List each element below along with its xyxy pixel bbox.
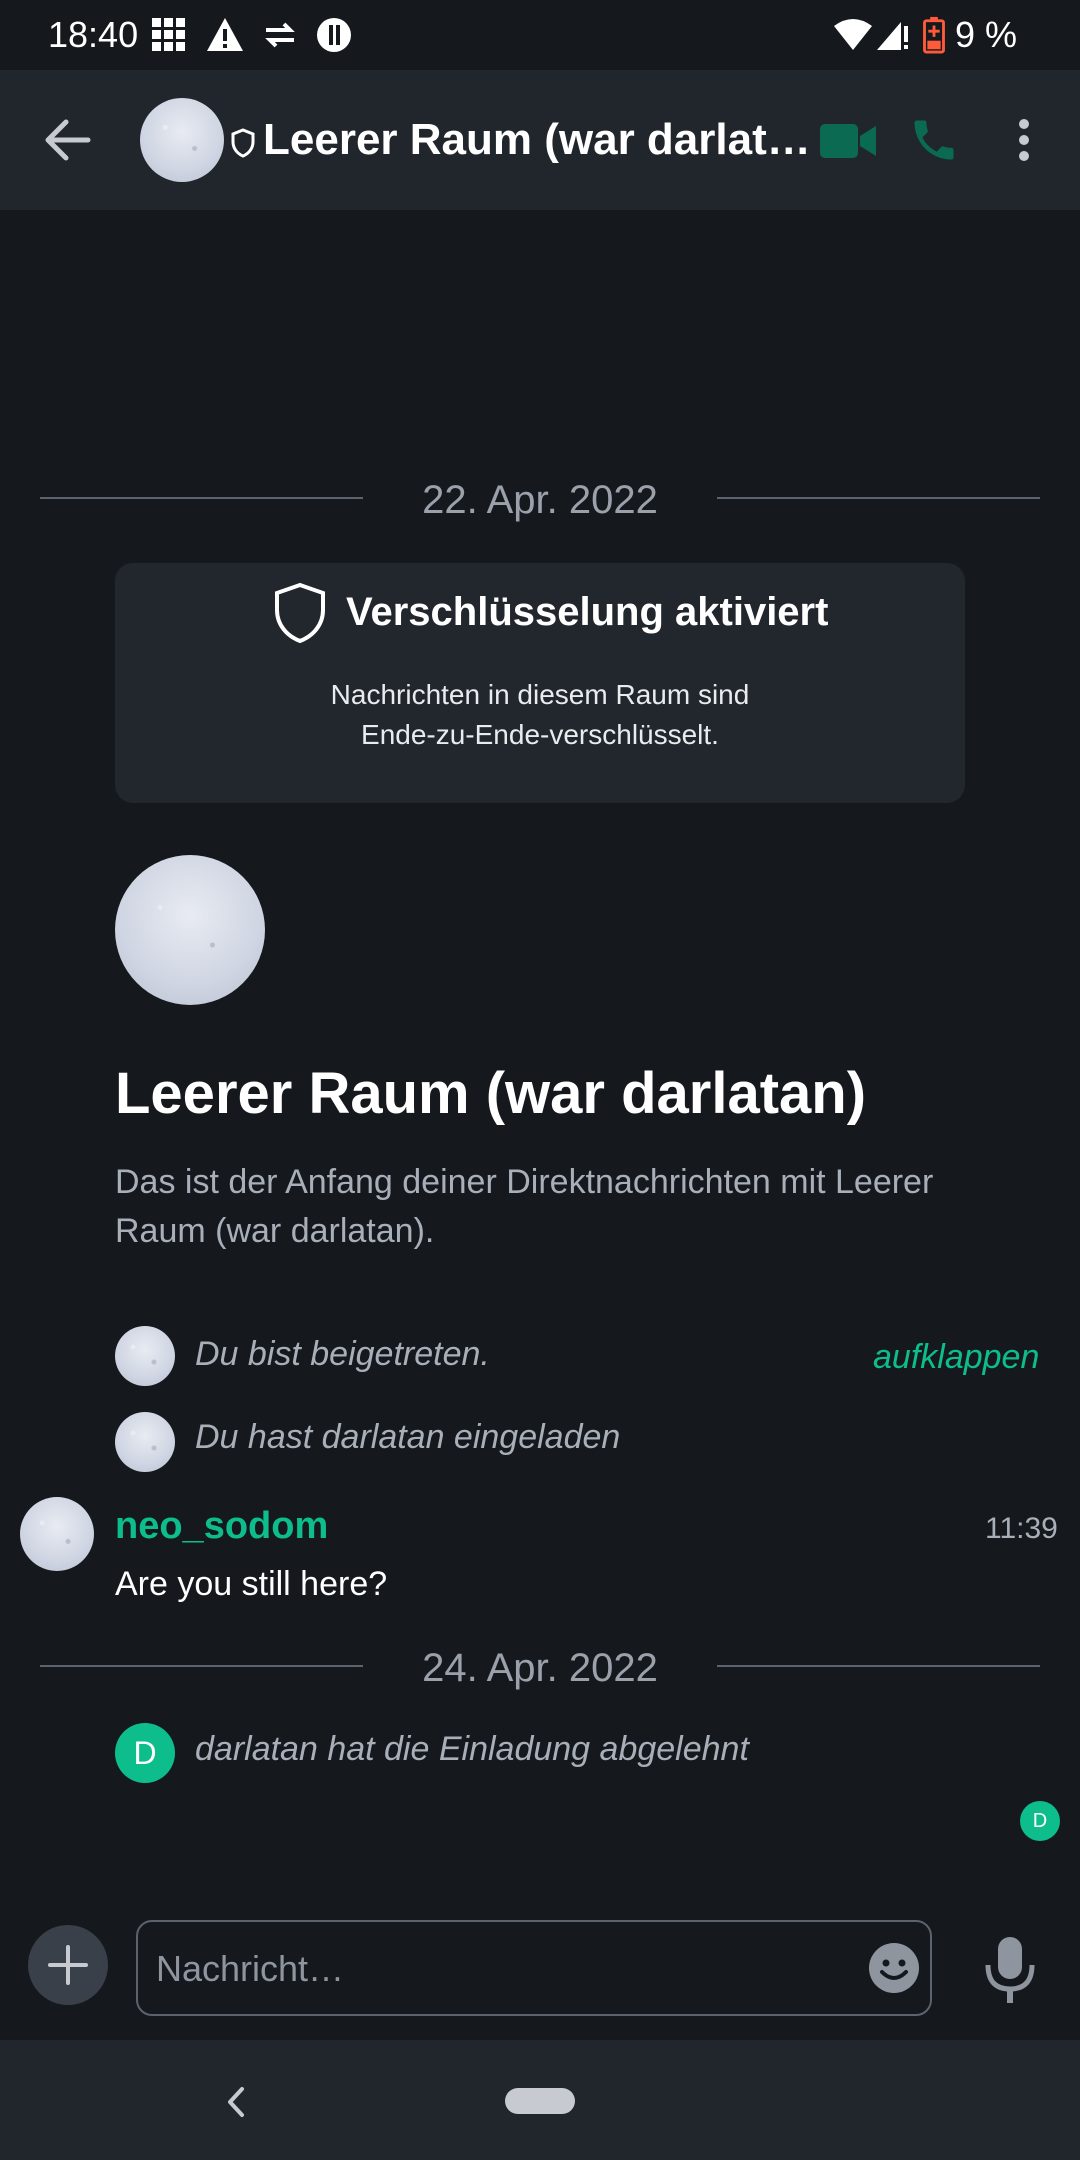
room-avatar[interactable]	[140, 98, 224, 182]
date-divider-left	[40, 497, 363, 499]
wifi-icon	[834, 19, 872, 50]
message-input-placeholder[interactable]: Nachricht…	[156, 1948, 344, 1990]
warning-icon	[207, 18, 243, 51]
encryption-line-2: Ende-zu-Ende-verschlüsselt.	[361, 719, 719, 750]
grid-icon	[152, 18, 185, 51]
event-declined: darlatan hat die Einladung abgelehnt	[195, 1730, 749, 1768]
back-arrow-icon[interactable]	[44, 118, 92, 162]
phone-call-icon[interactable]	[908, 114, 960, 166]
letter-avatar[interactable]: D	[115, 1723, 175, 1783]
read-receipt-avatar[interactable]: D	[1020, 1801, 1060, 1841]
event-avatar[interactable]	[115, 1412, 175, 1472]
room-heading: Leerer Raum (war darlatan)	[115, 1061, 867, 1126]
add-attachment-button[interactable]	[28, 1925, 108, 2005]
room-avatar-large[interactable]	[115, 855, 265, 1005]
home-pill[interactable]	[505, 2088, 575, 2114]
plus-icon	[48, 1945, 88, 1985]
event-invited: Du hast darlatan eingeladen	[195, 1418, 621, 1456]
battery-percentage: 9 %	[955, 14, 1018, 55]
intro-line-1: Das ist der Anfang deiner Direktnachrich…	[115, 1163, 934, 1201]
date-separator: 24. Apr. 2022	[422, 1646, 658, 1690]
battery-low-icon	[923, 16, 945, 54]
date-separator: 22. Apr. 2022	[422, 478, 658, 522]
data-sync-icon	[265, 22, 295, 48]
shield-icon	[231, 128, 255, 158]
date-divider-right	[717, 1665, 1040, 1667]
encryption-line-1: Nachrichten in diesem Raum sind	[330, 679, 750, 710]
event-joined: Du bist beigetreten.	[195, 1335, 490, 1373]
message-time: 11:39	[985, 1512, 1058, 1545]
shield-icon	[275, 582, 325, 644]
sender-name[interactable]: neo_sodom	[115, 1505, 328, 1548]
expand-link[interactable]: aufklappen	[873, 1338, 1039, 1377]
intro-line-2: Raum (war darlatan).	[115, 1212, 435, 1250]
message-body[interactable]: Are you still here?	[115, 1565, 387, 1604]
date-divider-left	[40, 1665, 363, 1667]
room-intro-text: Das ist der Anfang deiner Direktnachrich…	[115, 1158, 995, 1256]
microphone-icon[interactable]	[980, 1935, 1040, 2007]
nav-back-icon[interactable]	[222, 2085, 252, 2119]
status-time: 18:40	[48, 14, 139, 55]
event-avatar[interactable]	[115, 1326, 175, 1386]
do-not-disturb-icon	[317, 18, 351, 52]
encryption-description: Nachrichten in diesem Raum sind Ende-zu-…	[115, 675, 965, 755]
signal-icon	[877, 22, 908, 50]
sender-avatar[interactable]	[20, 1497, 94, 1571]
emoji-icon[interactable]	[868, 1942, 920, 1994]
more-vert-icon[interactable]	[1012, 116, 1036, 164]
date-divider-right	[717, 497, 1040, 499]
encryption-title: Verschlüsselung aktiviert	[346, 590, 829, 634]
room-title[interactable]: Leerer Raum (war darlat…	[263, 115, 811, 165]
video-call-icon[interactable]	[818, 120, 878, 162]
